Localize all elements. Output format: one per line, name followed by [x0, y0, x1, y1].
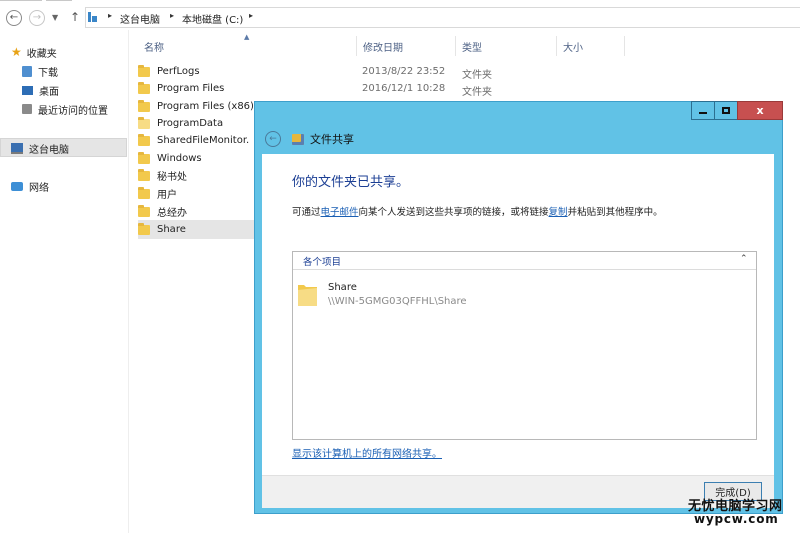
folder-icon [138, 151, 150, 164]
back-button[interactable]: ← [6, 10, 22, 26]
breadcrumb-this-pc[interactable]: 这台电脑 [120, 11, 160, 26]
breadcrumb-separator-icon: ▸ [108, 11, 113, 20]
nav-item-label: 最近访问的位置 [38, 105, 108, 117]
dialog-header: ← 文件共享 [262, 124, 774, 154]
dialog-back-button[interactable]: ← [265, 131, 281, 147]
folder-icon [138, 133, 150, 146]
recent-places-icon [22, 104, 32, 114]
window-top-edge [46, 0, 72, 1]
arrow-left-icon: ← [9, 12, 19, 23]
nav-network-label: 网络 [29, 182, 49, 194]
close-icon: x [756, 104, 764, 117]
nav-network[interactable]: 网络 [11, 177, 49, 195]
file-name: 秘书处 [157, 172, 187, 183]
folder-icon [138, 222, 150, 235]
table-row[interactable]: Program Files [138, 80, 224, 97]
breadcrumb-separator-icon: ▸ [249, 11, 254, 20]
message-text: 并粘贴到其他程序中。 [567, 207, 663, 218]
dialog-heading: 你的文件夹已共享。 [292, 175, 410, 190]
file-name: 总经办 [157, 208, 187, 219]
arrow-up-icon: ↑ [70, 10, 81, 24]
folder-icon [138, 186, 150, 199]
file-name: PerfLogs [157, 66, 200, 77]
network-icon [11, 181, 23, 191]
nav-favorites-label: 收藏夹 [26, 48, 57, 60]
file-modified: 2013/8/22 23:52 [362, 66, 446, 77]
table-row[interactable]: PerfLogs [138, 63, 200, 80]
dialog-message: 可通过电子邮件向某个人发送到这些共享项的链接，或将链接复制并粘贴到其他程序中。 [292, 204, 663, 218]
nav-item-desktop[interactable]: 桌面 [22, 81, 59, 99]
desktop-icon [22, 85, 33, 95]
arrow-left-icon: ← [269, 133, 277, 144]
breadcrumb-separator-icon: ▸ [170, 11, 175, 20]
forward-button[interactable]: → [29, 10, 45, 26]
arrow-right-icon: → [32, 12, 42, 23]
chevron-up-icon[interactable]: ⌃ [740, 254, 748, 264]
show-all-shares-link[interactable]: 显示该计算机上的所有网络共享。 [292, 445, 442, 460]
file-name: 用户 [157, 190, 177, 201]
shared-items-list [292, 251, 757, 440]
minimize-icon [699, 112, 707, 114]
breadcrumb-local-disk[interactable]: 本地磁盘 (C:) [182, 11, 243, 26]
column-header-size[interactable]: 大小 [557, 36, 625, 56]
table-row[interactable]: SharedFileMonitor. [138, 132, 249, 149]
shared-item-name[interactable]: Share [328, 282, 357, 293]
folder-icon [138, 81, 150, 94]
copy-link[interactable]: 复制 [549, 207, 568, 218]
minimize-button[interactable] [691, 101, 715, 120]
nav-favorites[interactable]: ★ 收藏夹 [11, 43, 57, 61]
table-row[interactable]: 秘书处 [138, 167, 187, 184]
shared-item-path: \\WIN-5GMG03QFFHL\Share [328, 296, 467, 307]
folder-icon [298, 285, 317, 306]
up-button[interactable]: ↑ [70, 10, 80, 24]
nav-this-pc-label: 这台电脑 [29, 144, 69, 156]
close-button[interactable]: x [737, 101, 783, 120]
folder-icon [138, 64, 150, 77]
file-type: 文件夹 [462, 70, 492, 81]
message-text: 向某个人发送到这些共享项的链接，或将链接 [358, 207, 549, 218]
nav-item-label: 下载 [38, 67, 58, 79]
column-header-type[interactable]: 类型 [456, 36, 557, 56]
downloads-folder-icon [22, 65, 32, 77]
nav-this-pc[interactable]: 这台电脑 [11, 139, 69, 157]
nav-item-downloads[interactable]: 下载 [22, 62, 58, 80]
watermark-url: wypcw.com [694, 512, 779, 526]
maximize-icon [722, 107, 730, 114]
chevron-down-icon: ▼ [52, 13, 59, 22]
table-row[interactable]: 用户 [138, 185, 177, 202]
file-name: SharedFileMonitor. [157, 135, 250, 146]
window-top-edge [0, 0, 42, 1]
table-row[interactable]: ProgramData [138, 115, 223, 132]
file-name: Windows [157, 153, 202, 164]
folder-icon [138, 204, 150, 217]
folder-icon [138, 168, 150, 181]
column-header-modified[interactable]: 修改日期 [357, 36, 456, 56]
table-row[interactable]: Program Files (x86) [138, 98, 254, 115]
file-modified: 2016/12/1 10:28 [362, 83, 446, 94]
file-name: Program Files (x86) [157, 101, 254, 112]
recent-locations-button[interactable]: ▼ [52, 13, 58, 22]
nav-item-recent-places[interactable]: 最近访问的位置 [22, 100, 108, 118]
file-name: Share [157, 224, 186, 235]
pane-divider [128, 30, 129, 533]
folder-icon [138, 116, 150, 129]
table-row-selected[interactable]: Share [138, 221, 186, 238]
email-link[interactable]: 电子邮件 [321, 207, 359, 218]
share-folder-icon [292, 133, 304, 145]
folder-icon [138, 99, 150, 112]
computer-icon [11, 142, 23, 154]
computer-icon [88, 12, 97, 22]
shared-items-header[interactable]: 各个项目 [293, 252, 756, 270]
file-name: ProgramData [157, 118, 224, 129]
nav-item-label: 桌面 [39, 86, 59, 98]
maximize-button[interactable] [714, 101, 738, 120]
message-text: 可通过 [292, 207, 321, 218]
star-icon: ★ [11, 45, 22, 59]
file-type: 文件夹 [462, 87, 492, 98]
file-name: Program Files [157, 83, 225, 94]
dialog-title: 文件共享 [310, 133, 354, 146]
table-row[interactable]: Windows [138, 150, 202, 167]
column-header-name[interactable]: 名称 [138, 36, 357, 56]
table-row[interactable]: 总经办 [138, 203, 187, 220]
